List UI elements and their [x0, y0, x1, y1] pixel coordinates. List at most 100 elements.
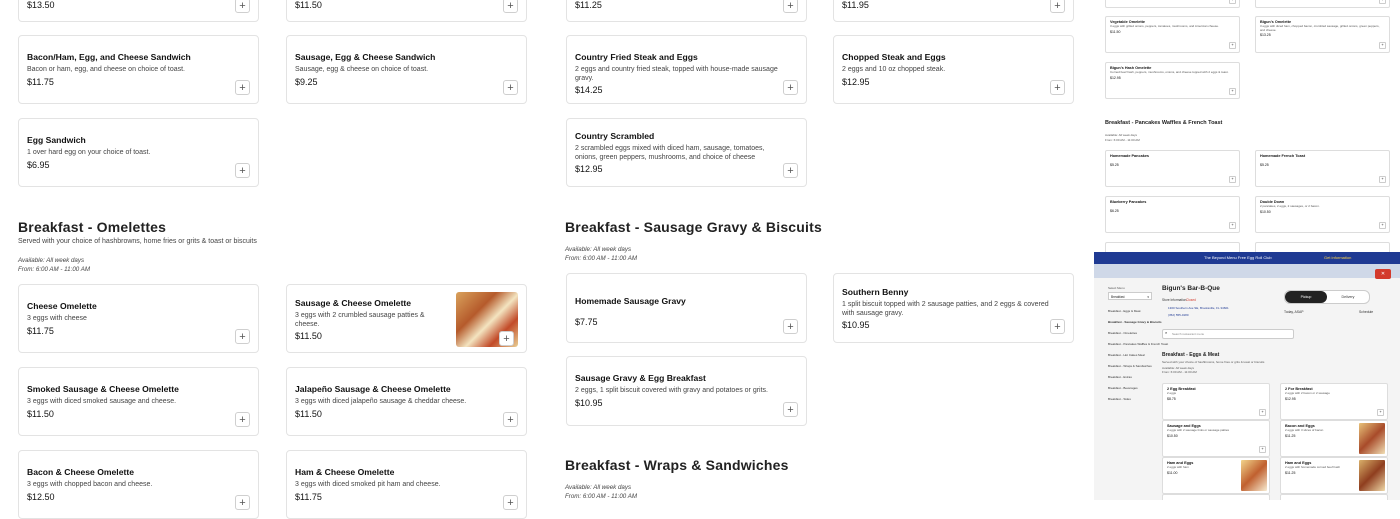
menu-item-card[interactable]: Homemade Pancakes $5.25 + — [1105, 150, 1240, 187]
menu-item-card[interactable]: $11.95 + — [833, 0, 1074, 22]
sidebar-item[interactable]: Breakfast - Pancakes Waffles & French To… — [1108, 339, 1168, 350]
add-item-button[interactable]: + — [1379, 222, 1386, 229]
menu-item-card[interactable]: Smoked Sausage & Cheese Omelette 3 eggs … — [18, 367, 259, 436]
item-title: Sausage, Egg & Cheese Sandwich — [295, 52, 436, 62]
menu-item-card[interactable]: $13.50 + — [18, 0, 259, 22]
menu-item-card[interactable]: Homemade French Toast $5.25 + — [1255, 150, 1390, 187]
store-phone[interactable]: (352) 555-0180 — [1168, 313, 1189, 317]
sidebar-item[interactable]: Breakfast - Sausage Gravy & Biscuits — [1108, 317, 1162, 328]
menu-item-card[interactable]: + — [1105, 0, 1240, 8]
add-item-button[interactable]: + — [235, 412, 250, 427]
menu-item-card[interactable]: Sausage & Cheese Omelette 3 eggs with 2 … — [286, 284, 527, 353]
menu-item-card[interactable]: Vegetable Omelette 3 eggs with grilled o… — [1105, 16, 1240, 53]
store-address[interactable]: 1300 Southern Ave SE, Brooksville, FL 34… — [1168, 306, 1229, 310]
menu-item-card[interactable]: Bacon and Eggs 2 eggs with 3 slices of b… — [1280, 420, 1388, 457]
menu-item-card[interactable]: Ham and Eggs 2 eggs with homemade corned… — [1280, 457, 1388, 494]
close-button[interactable]: ✕ — [1375, 269, 1391, 279]
menu-item-card[interactable]: Double Down 2 pancakes, 2 eggs, 2 sausag… — [1255, 196, 1390, 233]
item-photo — [1359, 460, 1385, 491]
add-item-button[interactable]: + — [1379, 42, 1386, 49]
menu-item-card[interactable]: Chopped Steak and Eggs 2 eggs and 10 oz … — [833, 35, 1074, 104]
add-item-button[interactable]: + — [1379, 176, 1386, 183]
menu-item-card[interactable]: Bacon/Ham, Egg, and Cheese Sandwich Baco… — [18, 35, 259, 104]
menu-item-card[interactable]: Country Scrambled 2 scrambled eggs mixed… — [566, 118, 807, 187]
item-price: $11.75 — [27, 325, 54, 336]
add-item-button[interactable]: + — [1229, 88, 1236, 95]
item-price: $6.25 — [1110, 209, 1119, 213]
add-item-button[interactable]: + — [1259, 409, 1266, 416]
schedule-button[interactable]: Schedule — [1359, 310, 1373, 314]
add-item-button[interactable]: + — [1377, 409, 1384, 416]
add-item-button[interactable]: + — [1229, 0, 1236, 4]
delivery-option[interactable]: Delivery — [1327, 291, 1369, 303]
add-item-button[interactable]: + — [235, 329, 250, 344]
menu-item-card[interactable]: Sausage, Egg & Cheese Sandwich Sausage, … — [286, 35, 527, 104]
sidebar-item[interactable]: Breakfast - Eggs & Meat — [1108, 306, 1156, 317]
menu-item-card[interactable]: Egg Sandwich 1 over hard egg on your cho… — [18, 118, 259, 187]
add-item-button[interactable]: + — [235, 163, 250, 178]
menu-item-card[interactable]: $11.25 + — [566, 0, 807, 22]
item-price: $11.50 — [1110, 29, 1121, 34]
add-item-button[interactable]: + — [1050, 319, 1065, 334]
add-item-button[interactable]: + — [503, 0, 518, 13]
add-item-button[interactable]: + — [1229, 42, 1236, 49]
menu-item-card[interactable]: Southern Benny 1 split biscuit topped wi… — [833, 273, 1074, 343]
menu-item-card[interactable] — [1280, 494, 1388, 500]
menu-item-card[interactable]: Bacon & Cheese Omelette 3 eggs with chop… — [18, 450, 259, 519]
item-description: 2 scrambled eggs mixed with diced ham, s… — [575, 145, 765, 161]
add-item-button[interactable]: + — [1050, 0, 1065, 13]
menu-item-card[interactable]: Country Fried Steak and Eggs 2 eggs and … — [566, 35, 807, 104]
sidebar-item[interactable]: Breakfast - Hot Cakes Meal — [1108, 350, 1156, 361]
menu-item-card[interactable]: $11.50 + — [286, 0, 527, 22]
add-item-button[interactable]: + — [499, 331, 514, 346]
menu-item-card[interactable] — [1162, 494, 1270, 500]
pickup-option[interactable]: Pickup — [1285, 291, 1327, 303]
menu-item-card[interactable]: 2 Egg Breakfast 2 eggs $8.75 + — [1162, 383, 1270, 420]
menu-item-card[interactable]: Ham & Cheese Omelette 3 eggs with diced … — [286, 450, 527, 519]
menu-item-card[interactable] — [1255, 242, 1390, 252]
menu-item-card[interactable]: Blueberry Pancakes $6.25 + — [1105, 196, 1240, 233]
add-item-button[interactable]: + — [503, 495, 518, 510]
menu-item-card[interactable]: Homemade Sausage Gravy $7.75 + — [566, 273, 807, 343]
promo-banner[interactable]: The Beyond Menu Free Egg Roll Club Get i… — [1094, 252, 1400, 264]
add-item-button[interactable]: + — [235, 80, 250, 95]
menu-item-card[interactable]: Bigun's Omelette 3 eggs with diced ham, … — [1255, 16, 1390, 53]
add-item-button[interactable]: + — [783, 319, 798, 334]
add-item-button[interactable]: + — [783, 402, 798, 417]
menu-item-card[interactable]: Ham and Eggs 2 eggs with ham $11.00 — [1162, 457, 1270, 494]
add-item-button[interactable]: + — [783, 80, 798, 95]
sidebar-item[interactable]: Breakfast - Sides — [1108, 394, 1156, 405]
add-item-button[interactable]: + — [1050, 80, 1065, 95]
sidebar-item[interactable]: Breakfast - Omelettes — [1108, 328, 1156, 339]
add-item-button[interactable]: + — [783, 163, 798, 178]
add-item-button[interactable]: + — [235, 495, 250, 510]
menu-item-card[interactable]: Sausage Gravy & Egg Breakfast 2 eggs, 1 … — [566, 356, 807, 426]
menu-item-card[interactable] — [1105, 242, 1240, 252]
menu-item-card[interactable]: Sausage and Eggs 2 eggs with 2 sausage l… — [1162, 420, 1270, 457]
add-item-button[interactable]: + — [783, 0, 798, 13]
add-item-button[interactable]: + — [235, 0, 250, 13]
menu-item-card[interactable]: Jalapeño Sausage & Cheese Omelette 3 egg… — [286, 367, 527, 436]
add-item-button[interactable]: + — [503, 412, 518, 427]
pickup-delivery-toggle[interactable]: Pickup Delivery — [1284, 290, 1370, 304]
item-description: 2 eggs and country fried steak, topped w… — [575, 66, 778, 82]
add-item-button[interactable]: + — [1229, 176, 1236, 183]
item-price: $12.95 — [1285, 396, 1296, 401]
banner-link[interactable]: Get information — [1324, 255, 1351, 260]
menu-item-card[interactable]: Bigun's Hash Omelette Corned beef hash, … — [1105, 62, 1240, 99]
add-item-button[interactable]: + — [1379, 0, 1386, 4]
item-price: $10.95 — [575, 397, 603, 408]
add-item-button[interactable]: + — [503, 80, 518, 95]
menu-item-card[interactable]: 2 For Breakfast 2 eggs with 2 bacon or 2… — [1280, 383, 1388, 420]
search-input[interactable]: ⌕ Search restaurant menu — [1162, 329, 1294, 339]
add-item-button[interactable]: + — [1259, 446, 1266, 453]
sidebar-item[interactable]: Breakfast - Extras — [1108, 372, 1156, 383]
sidebar-item[interactable]: Breakfast - Beverages — [1108, 383, 1156, 394]
menu-select[interactable]: Breakfast ▾ — [1108, 292, 1152, 300]
add-item-button[interactable]: + — [1229, 222, 1236, 229]
item-description: 2 eggs, 1 split biscuit covered with gra… — [575, 387, 768, 394]
menu-item-card[interactable]: Cheese Omelette 3 eggs with cheese $11.7… — [18, 284, 259, 353]
menu-item-card[interactable]: + — [1255, 0, 1390, 8]
sidebar-item[interactable]: Breakfast - Wraps & Sandwiches — [1108, 361, 1156, 372]
item-description: 3 eggs with diced jalapeño sausage & che… — [295, 398, 467, 405]
